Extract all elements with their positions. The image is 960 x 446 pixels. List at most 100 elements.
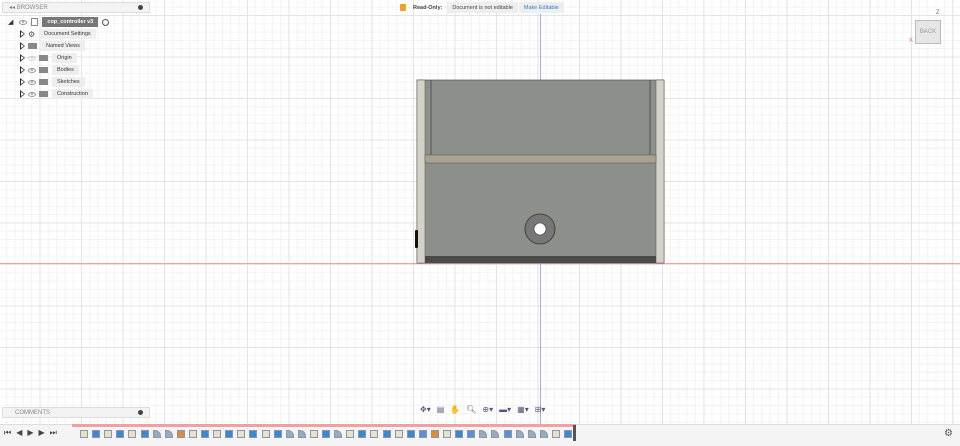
timeline-sketch-icon[interactable] [237,430,246,438]
timeline-extrude-icon[interactable] [322,430,330,438]
viewcube-face-back[interactable]: BACK [920,29,936,35]
tree-item-label: Bodies [52,65,79,75]
collapse-icon[interactable]: ◂◂ [9,4,17,11]
activate-radio-icon[interactable] [102,18,110,26]
timeline-sketch-icon[interactable] [188,430,197,438]
timeline-fillet-icon[interactable] [515,430,524,438]
viewcube-z-label: Z [936,10,940,16]
timeline-sketch-icon[interactable] [80,430,88,438]
timeline-extrude-icon[interactable] [225,430,234,438]
expand-icon[interactable] [20,90,25,98]
timeline-extrude-icon[interactable] [92,430,101,438]
timeline-extrude-icon[interactable] [382,430,391,438]
expand-icon[interactable] [20,78,25,86]
go-to-start-icon[interactable]: ⏮ [4,428,11,438]
timeline-sketch-icon[interactable] [261,430,270,438]
add-comment-icon[interactable] [138,410,143,415]
timeline-fillet-icon[interactable] [152,430,161,438]
timeline-fillet-icon[interactable] [164,430,173,438]
timeline-sketch-icon[interactable] [443,430,451,438]
timeline-fillet-icon[interactable] [297,430,306,438]
tree-item-document-settings[interactable]: ⚙ Document Settings [20,28,109,40]
expand-icon[interactable] [20,30,25,38]
browser-title: BROWSER [16,4,48,11]
timeline-chamfer-icon[interactable] [503,430,512,438]
timeline-fillet-icon[interactable] [539,430,548,438]
timeline-extrude-icon[interactable] [201,430,209,438]
tree-item-label: Construction [52,89,93,99]
settings-gear-icon[interactable]: ⚙ [944,428,953,439]
zoom-icon[interactable]: 🔍︎ [466,405,476,414]
tree-item-label: Named Views [41,41,85,51]
eye-icon[interactable] [28,67,36,73]
timeline-extrude-icon[interactable] [116,430,125,438]
step-back-icon[interactable]: ◀ [16,428,22,438]
read-only-label: Read-Only: [413,4,443,11]
tree-root[interactable]: ◢ cop_controller v3 [8,16,110,28]
timeline-sketch-icon[interactable] [370,430,379,438]
eye-icon[interactable] [19,19,28,25]
grid-settings-icon[interactable]: ▦▾ [517,405,529,414]
make-editable-button[interactable]: Make Editable [518,2,564,13]
expand-icon[interactable] [20,66,25,74]
go-to-end-icon[interactable]: ⏭ [50,428,57,438]
timeline-joint-icon[interactable] [430,430,439,438]
timeline-extrude-icon[interactable] [273,430,282,438]
viewcube[interactable]: BACK [915,20,941,44]
timeline-extrude-icon[interactable] [564,430,572,438]
timeline-fillet-icon[interactable] [527,430,536,438]
tree-item-named-views[interactable]: Named Views [20,40,109,52]
step-forward-icon[interactable]: ▶ [39,428,45,438]
playback-controls: ⏮ ◀ ▶ ▶ ⏭ [4,428,57,438]
lock-icon [400,4,406,11]
timeline-chamfer-icon[interactable] [467,430,476,438]
tree-item-label: Origin [52,53,77,63]
timeline-extrude-icon[interactable] [406,430,415,438]
tree-item-bodies[interactable]: Bodies [20,64,109,76]
viewcube-x-label: X [909,38,914,44]
timeline-extrude-icon[interactable] [249,430,258,438]
model-body [415,79,665,264]
tree-item-sketches[interactable]: Sketches [20,76,109,88]
comments-title: COMMENTS [15,409,50,416]
timeline-chamfer-icon[interactable] [418,430,427,438]
expand-icon[interactable] [20,54,25,62]
display-settings-icon[interactable]: ▬▾ [499,405,511,414]
tree-item-origin[interactable]: Origin [20,52,109,64]
pin-icon[interactable] [138,5,143,10]
pan-icon[interactable]: ✋ [450,405,460,414]
root-label: cop_controller v3 [42,17,99,27]
timeline-marker[interactable] [573,425,576,441]
timeline-joint-icon[interactable] [176,430,185,438]
eye-icon[interactable] [28,55,36,61]
timeline-extrude-icon[interactable] [140,430,149,438]
timeline-sketch-icon[interactable] [346,430,355,438]
timeline-sketch-icon[interactable] [394,430,403,438]
folder-icon [39,55,48,61]
timeline-extrude-icon[interactable] [455,430,464,438]
tree-item-construction[interactable]: Construction [20,88,109,100]
look-at-icon[interactable]: ▤ [437,405,445,414]
read-only-banner: Read-Only: Document is not editable Make… [398,2,564,13]
expand-icon[interactable] [20,42,25,50]
gear-icon: ⚙ [28,29,36,39]
document-icon [31,18,39,26]
folder-icon [39,79,48,85]
timeline-fillet-icon[interactable] [285,430,294,438]
timeline-sketch-icon[interactable] [104,430,113,438]
timeline-sketch-icon[interactable] [551,430,560,438]
eye-icon[interactable] [28,79,36,85]
play-icon[interactable]: ▶ [27,428,33,438]
comments-panel-header[interactable]: COMMENTS [2,407,150,418]
timeline-sketch-icon[interactable] [213,430,222,438]
viewports-icon[interactable]: ⊞▾ [535,405,546,414]
orbit-icon[interactable]: ✥▾ [420,405,431,414]
eye-icon[interactable] [28,91,36,97]
expand-icon[interactable]: ◢ [8,18,13,26]
timeline-sketch-icon[interactable] [309,430,318,438]
browser-panel-header[interactable]: ◂◂ BROWSER [2,2,150,13]
timeline-sketch-icon[interactable] [128,430,137,438]
timeline-extrude-icon[interactable] [358,430,367,438]
fit-icon[interactable]: ⊕▾ [482,405,493,414]
tree-item-label: Sketches [52,77,85,87]
